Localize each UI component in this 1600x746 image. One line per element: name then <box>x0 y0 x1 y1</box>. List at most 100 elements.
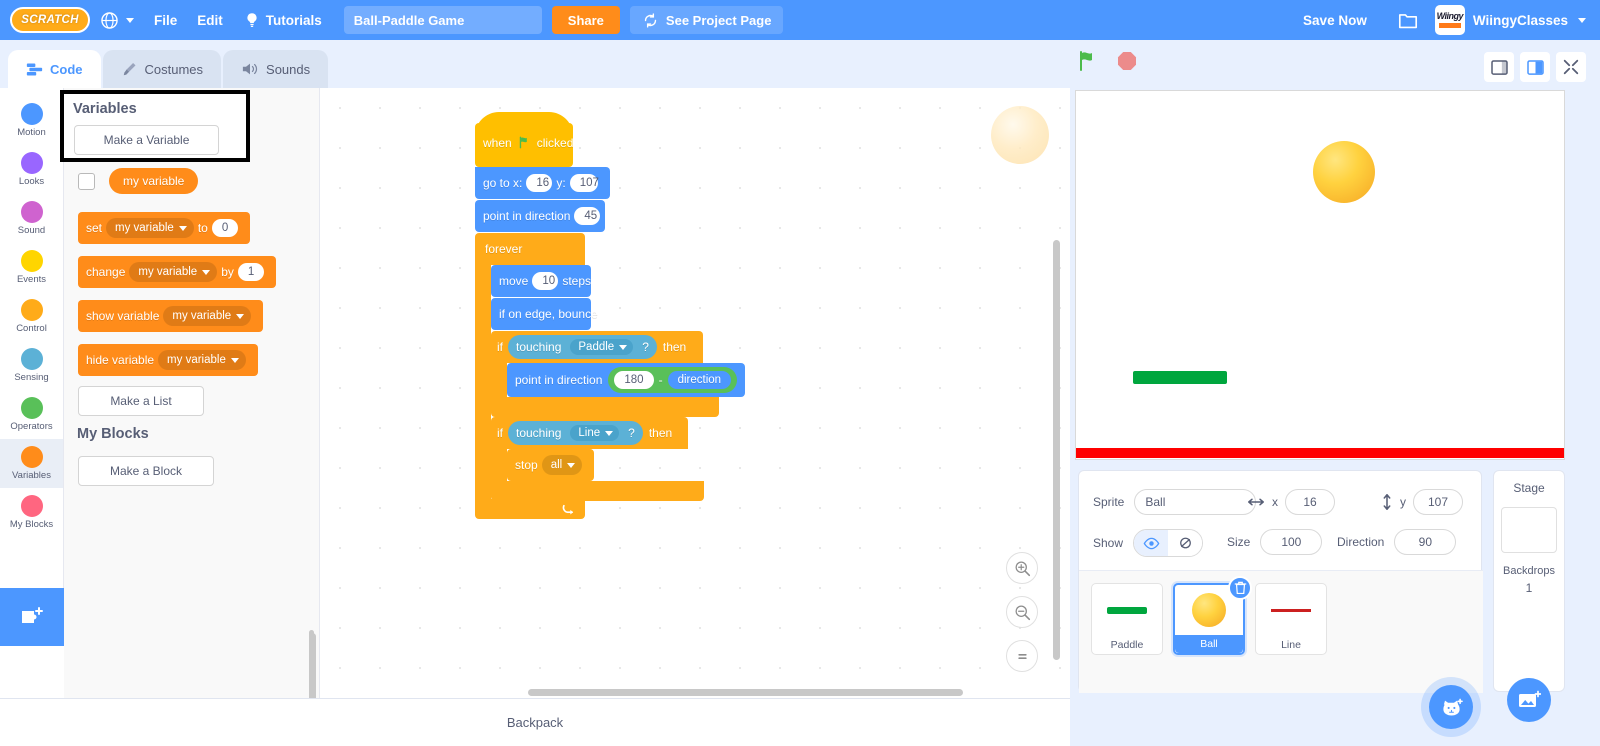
save-now-button[interactable]: Save Now <box>1289 13 1381 28</box>
scratch-logo[interactable]: SCRATCH <box>10 7 90 33</box>
category-my-blocks[interactable]: My Blocks <box>0 488 63 537</box>
share-button[interactable]: Share <box>551 6 620 34</box>
sprite-direction-input[interactable]: 90 <box>1394 529 1457 555</box>
block-subtract-operator[interactable]: 180 - direction <box>608 367 738 393</box>
set-to-label: to <box>197 221 208 235</box>
add-backdrop-button[interactable] <box>1507 678 1551 722</box>
sprite-y-input[interactable]: 107 <box>1413 489 1463 515</box>
block-go-to-xy[interactable]: go to x: 16 y: 107 <box>475 167 610 199</box>
show-variable-dropdown[interactable]: my variable <box>163 306 252 326</box>
folder-icon[interactable] <box>1397 11 1419 30</box>
show-visible-button[interactable] <box>1134 530 1169 556</box>
category-variables[interactable]: Variables <box>0 439 63 488</box>
block-direction-reporter[interactable]: direction <box>667 371 732 389</box>
block-forever[interactable]: forever move 10 steps if on edge, bounce <box>475 233 746 519</box>
stop-target-dropdown[interactable]: all <box>541 455 583 475</box>
block-when-flag-clicked[interactable]: when clicked <box>475 112 573 167</box>
tab-sounds[interactable]: Sounds <box>223 50 329 88</box>
language-selector[interactable] <box>90 0 144 40</box>
category-events[interactable]: Events <box>0 243 63 292</box>
make-a-list-button[interactable]: Make a List <box>78 386 204 416</box>
sprite-card-line[interactable]: Line <box>1255 583 1327 655</box>
change-variable-dropdown[interactable]: my variable <box>129 262 218 282</box>
show-hidden-button[interactable] <box>1168 530 1203 556</box>
stop-sign-icon[interactable] <box>1115 49 1139 73</box>
sprite-x-input[interactable]: 16 <box>1285 489 1335 515</box>
block-touching-line[interactable]: touching Line ? <box>508 421 643 445</box>
block-palette[interactable]: my variable set my variable to 0 change … <box>64 88 320 698</box>
block-hide-variable[interactable]: hide variable my variable <box>78 344 258 376</box>
category-control-label: Control <box>16 323 47 334</box>
change-value-input[interactable]: 1 <box>237 263 265 281</box>
see-project-page-button[interactable]: See Project Page <box>629 6 784 34</box>
speaker-icon <box>242 63 258 75</box>
stage-selector-pane[interactable]: Stage Backdrops 1 <box>1493 470 1565 692</box>
zoom-reset-button[interactable] <box>1006 640 1038 672</box>
menu-edit[interactable]: Edit <box>187 0 233 40</box>
avatar: Wiingy <box>1434 5 1465 35</box>
sprite-card-paddle[interactable]: Paddle <box>1091 583 1163 655</box>
set-value-input[interactable]: 0 <box>211 219 239 237</box>
goto-x-input[interactable]: 16 <box>526 174 553 192</box>
delete-sprite-button[interactable] <box>1228 576 1252 600</box>
stage-sprite-paddle[interactable] <box>1133 371 1227 384</box>
block-point-in-direction[interactable]: point in direction 45 <box>475 200 605 232</box>
block-if-on-edge-bounce[interactable]: if on edge, bounce <box>491 298 598 330</box>
make-a-variable-button[interactable]: Make a Variable <box>74 125 219 155</box>
category-sound[interactable]: Sound <box>0 194 63 243</box>
fullscreen-button[interactable] <box>1556 52 1586 82</box>
block-change-variable[interactable]: change my variable by 1 <box>78 256 277 288</box>
menu-tutorials[interactable]: Tutorials <box>233 0 332 40</box>
set-variable-dropdown[interactable]: my variable <box>106 218 194 238</box>
palette-canvas-divider[interactable] <box>309 630 314 690</box>
stage-sprite-ball[interactable] <box>1313 141 1375 203</box>
zoom-out-button[interactable] <box>1006 596 1038 628</box>
category-motion[interactable]: Motion <box>0 96 63 145</box>
script-stack[interactable]: when clicked go to x: 16 y: 107 point in… <box>475 112 746 519</box>
block-my-variable-reporter[interactable]: my variable <box>109 168 199 194</box>
category-looks[interactable]: Looks <box>0 145 63 194</box>
goto-y-input[interactable]: 107 <box>569 174 599 192</box>
category-operators[interactable]: Operators <box>0 390 63 439</box>
block-if-touching-line[interactable]: if touching Line ? then stop all <box>491 417 745 501</box>
add-extension-button[interactable] <box>0 588 64 646</box>
tab-costumes[interactable]: Costumes <box>102 50 222 88</box>
zoom-in-button[interactable] <box>1006 552 1038 584</box>
large-stage-button[interactable] <box>1520 52 1550 82</box>
stage-display[interactable] <box>1075 90 1565 460</box>
project-title-input[interactable] <box>343 6 542 34</box>
add-sprite-button[interactable] <box>1429 685 1473 729</box>
make-a-block-button[interactable]: Make a Block <box>78 456 214 486</box>
stage-backdrop-thumbnail[interactable] <box>1501 507 1557 553</box>
block-set-variable[interactable]: set my variable to 0 <box>78 212 251 244</box>
backpack-bar[interactable]: Backpack <box>0 698 1070 746</box>
touching-paddle-dropdown[interactable]: Paddle <box>570 339 634 355</box>
subtract-left-input[interactable]: 180 <box>614 371 654 389</box>
point-direction-input[interactable]: 45 <box>574 207 601 225</box>
block-stop-all[interactable]: stop all <box>507 449 595 481</box>
stage-sprite-line[interactable] <box>1076 448 1564 458</box>
menu-file[interactable]: File <box>144 0 187 40</box>
sprite-card-ball[interactable]: Ball <box>1173 576 1252 655</box>
sprite-name-input[interactable]: Ball <box>1134 489 1257 515</box>
sprite-size-input[interactable]: 100 <box>1260 529 1323 555</box>
canvas-horizontal-scrollbar[interactable] <box>528 689 963 696</box>
category-sensing[interactable]: Sensing <box>0 341 63 390</box>
move-steps-input[interactable]: 10 <box>532 272 559 290</box>
small-stage-button[interactable] <box>1484 52 1514 82</box>
block-move-steps[interactable]: move 10 steps <box>491 265 591 297</box>
canvas-vertical-scrollbar[interactable] <box>1053 240 1060 660</box>
category-control[interactable]: Control <box>0 292 63 341</box>
touching-line-dropdown[interactable]: Line <box>570 425 620 441</box>
block-if-touching-paddle[interactable]: if touching Paddle ? then point in direc… <box>491 331 746 417</box>
forever-left-rail <box>475 265 491 499</box>
tab-code[interactable]: Code <box>8 50 101 88</box>
user-menu[interactable]: Wiingy WiingyClasses <box>1434 5 1600 35</box>
block-point-in-direction-expr[interactable]: point in direction 180 - direction <box>507 363 746 397</box>
my-variable-checkbox[interactable] <box>78 172 95 190</box>
code-canvas[interactable]: when clicked go to x: 16 y: 107 point in… <box>320 88 1070 698</box>
block-show-variable[interactable]: show variable my variable <box>78 300 264 332</box>
hide-variable-dropdown[interactable]: my variable <box>158 350 246 370</box>
block-touching-paddle[interactable]: touching Paddle ? <box>508 335 657 359</box>
green-flag-icon[interactable] <box>1075 48 1101 74</box>
